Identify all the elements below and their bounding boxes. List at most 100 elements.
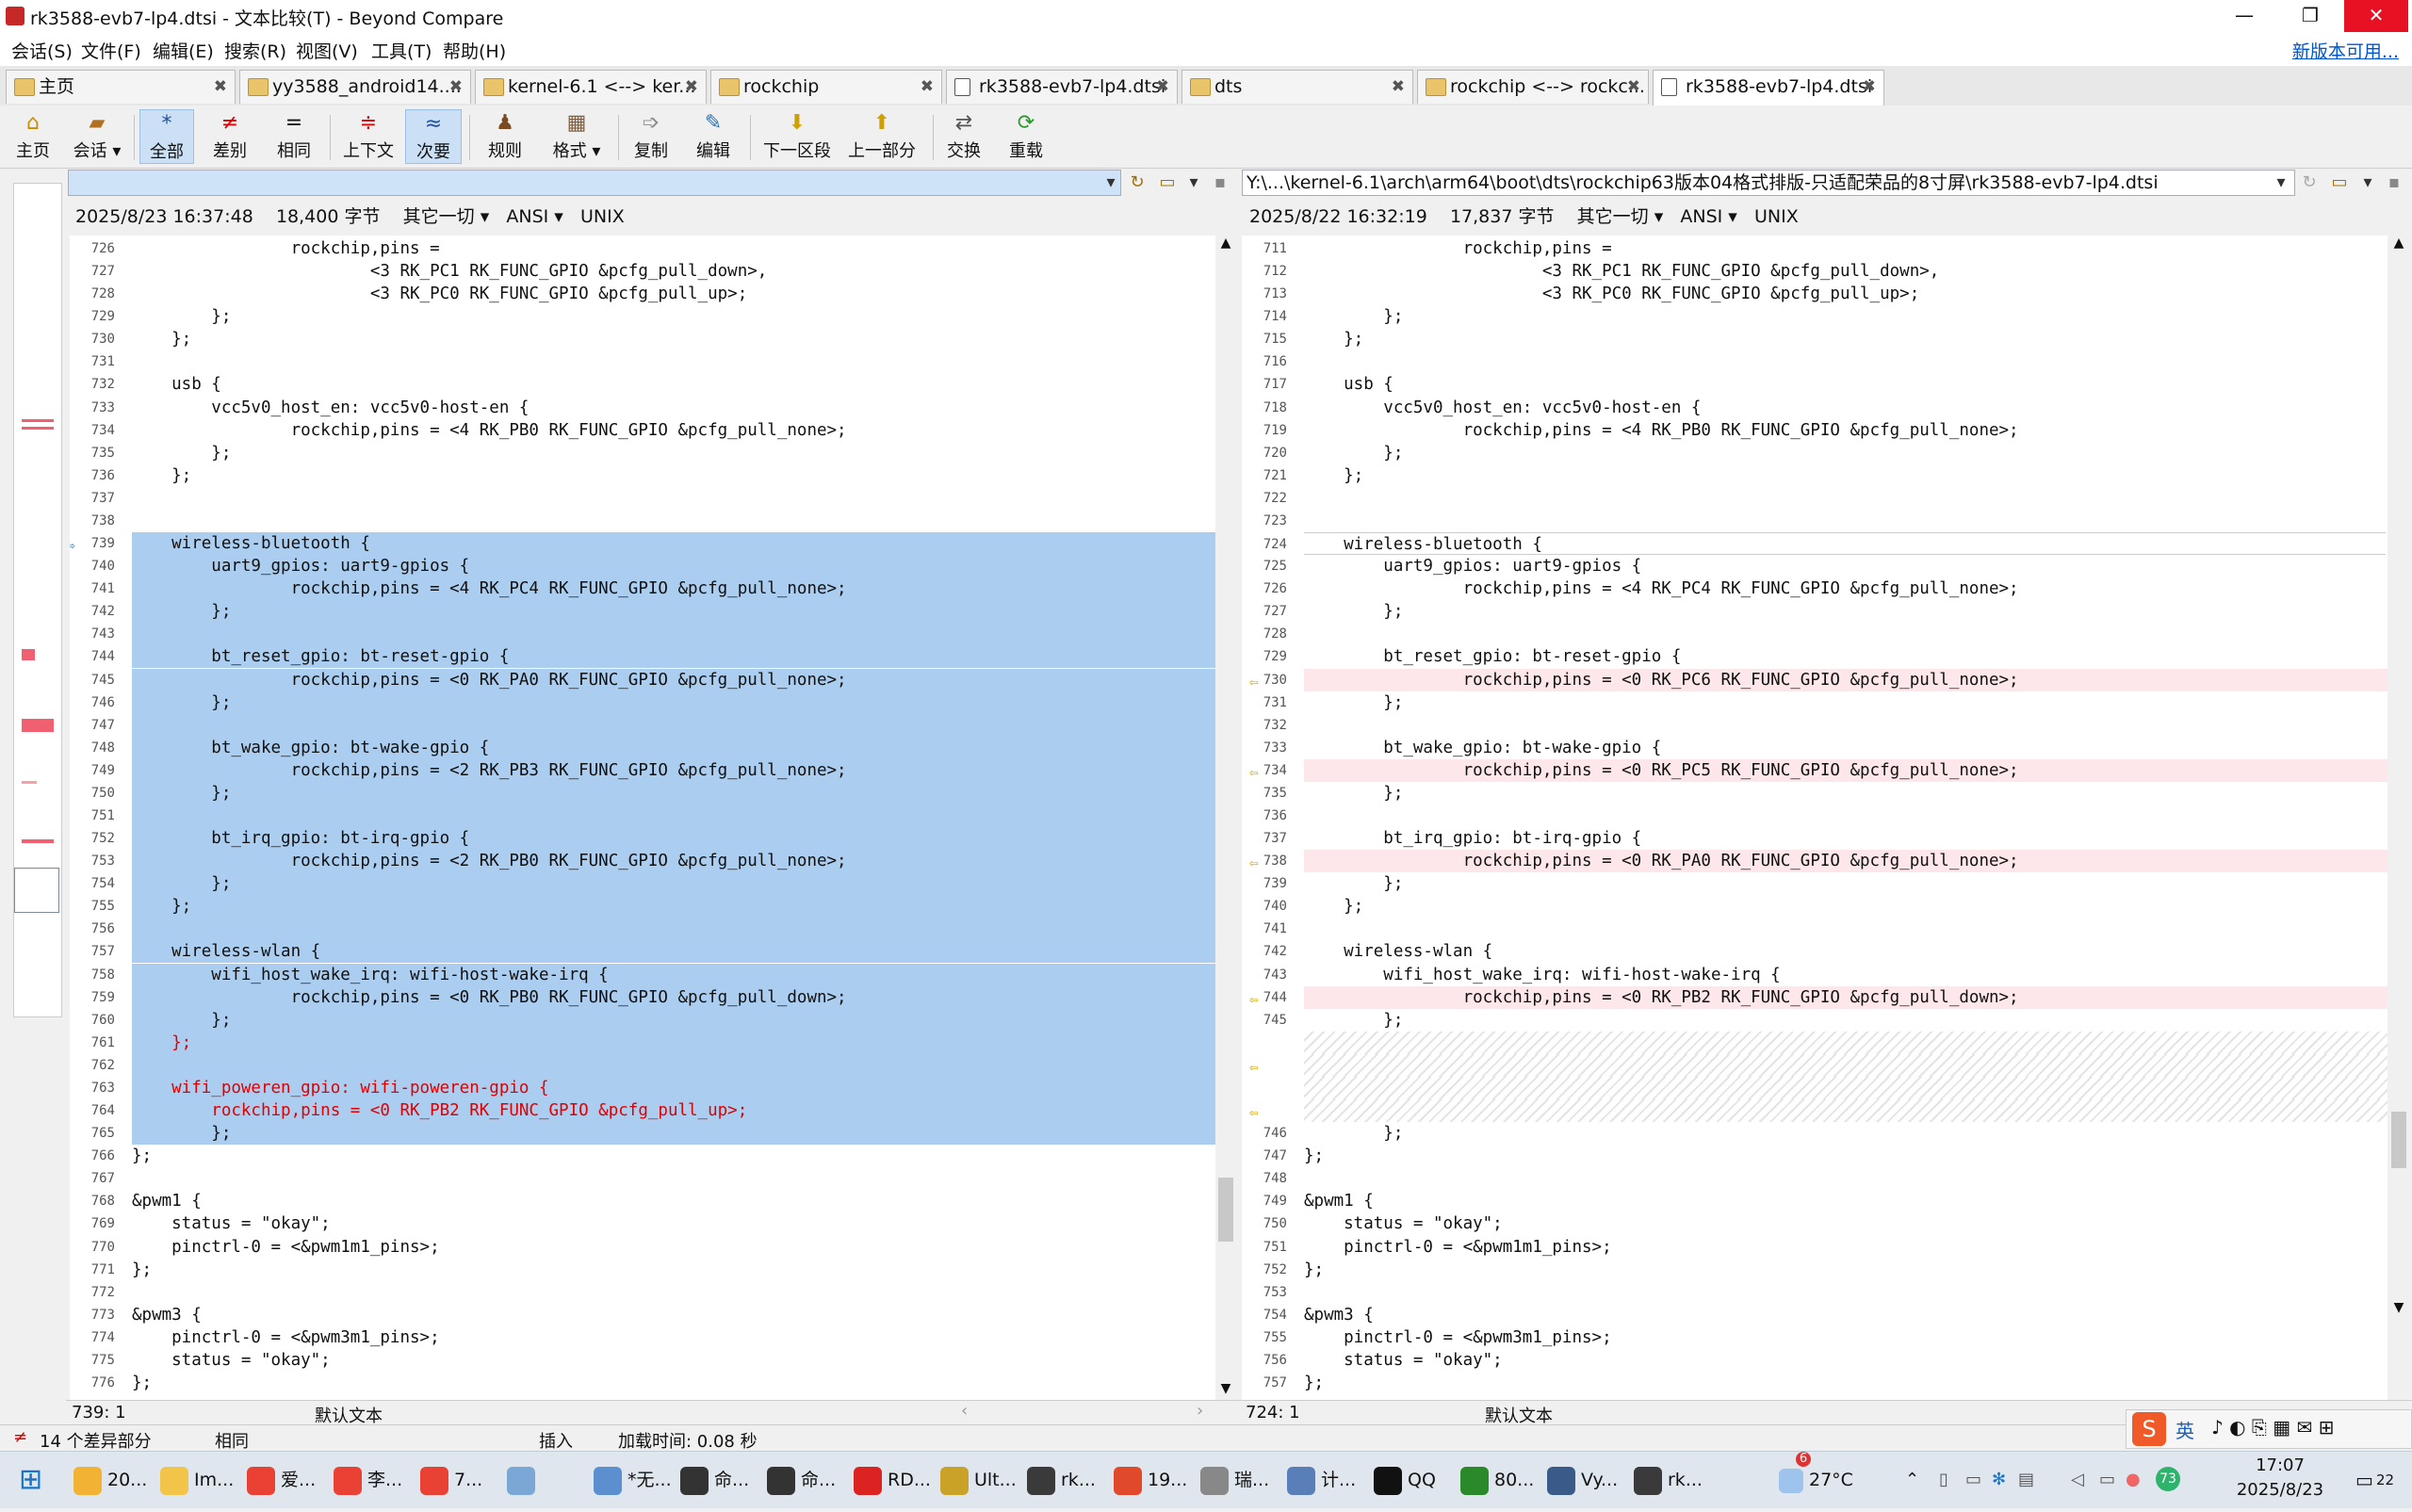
code-line[interactable]: 742 }; (91, 600, 1215, 624)
code-line[interactable] (1304, 1076, 2388, 1099)
code-line[interactable]: 737 bt_irq_gpio: bt-irq-gpio { (1242, 827, 2388, 850)
tray-network-icon[interactable]: ▤ (2018, 1459, 2034, 1501)
code-line[interactable]: 724 wireless-bluetooth { (1263, 532, 2386, 556)
copy-left-arrow-icon[interactable]: ⇦ (1249, 988, 1259, 1011)
code-line[interactable]: 713 <3 RK_PC0 RK_FUNC_GPIO &pcfg_pull_up… (1242, 283, 2388, 305)
code-line[interactable]: 773 &pwm3 { (70, 1304, 1215, 1326)
code-line[interactable]: 755 pinctrl-0 = <&pwm3m1_pins>; (1242, 1326, 2388, 1349)
close-button[interactable]: ✕ (2344, 0, 2408, 32)
diffs-button[interactable]: ≠ 差别 (202, 109, 258, 164)
taskbar-app[interactable]: Im... (160, 1459, 234, 1501)
copy-left-arrow-icon[interactable]: ⇦ (1249, 1056, 1259, 1079)
scroll-thumb[interactable] (2391, 1112, 2406, 1168)
code-line[interactable]: 731 }; (1242, 691, 2388, 714)
code-line[interactable]: 729 bt_reset_gpio: bt-reset-gpio { (1242, 645, 2388, 668)
scroll-down-icon[interactable]: ▼ (1218, 1381, 1233, 1400)
code-line[interactable]: 726 rockchip,pins = (70, 237, 1215, 260)
taskbar-app[interactable]: 20... (73, 1459, 147, 1501)
taskbar-app[interactable]: rk... (1634, 1459, 1703, 1501)
code-line[interactable]: 753 rockchip,pins = <2 RK_PB0 RK_FUNC_GP… (91, 850, 1215, 873)
code-line[interactable]: 722 (1242, 487, 2388, 510)
menu-edit[interactable]: 编辑(E) (153, 38, 214, 63)
code-line[interactable]: 720 }; (1242, 442, 2388, 464)
tray-chevron-up-icon[interactable]: ⌃ (1905, 1459, 1919, 1501)
code-line[interactable]: 736 (1242, 805, 2388, 827)
ime-toolbar[interactable]: S 英 ♪ ◐ ⎘ ▦ ✉ ⊞ (2126, 1409, 2412, 1449)
open-folder-icon[interactable]: ▭ (2327, 171, 2352, 195)
code-line[interactable]: 747}; (1242, 1145, 2388, 1167)
code-line[interactable]: 732 usb { (70, 373, 1215, 396)
taskbar-app[interactable]: RD... (854, 1459, 931, 1501)
code-line[interactable]: 738 rockchip,pins = <0 RK_PA0 RK_FUNC_GP… (1249, 850, 2388, 873)
code-line[interactable]: 721 }; (1242, 464, 2388, 487)
code-line[interactable]: 754 }; (91, 872, 1215, 896)
right-filter-dropdown[interactable]: 其它一切 ▾ (1577, 206, 1664, 227)
tab-rockchip[interactable]: rockchip ✖ (710, 70, 942, 104)
tab-close-icon[interactable]: ✖ (1627, 71, 1640, 103)
taskbar-app[interactable]: 命... (767, 1459, 836, 1501)
tab-close-icon[interactable]: ✖ (449, 71, 463, 103)
tray-badge-icon[interactable]: 73 (2156, 1467, 2180, 1491)
taskbar-app[interactable]: 80... (1460, 1459, 1534, 1501)
code-line[interactable]: 712 <3 RK_PC1 RK_FUNC_GPIO &pcfg_pull_do… (1242, 260, 2388, 283)
code-line[interactable]: 732 (1242, 714, 2388, 737)
code-line[interactable]: 775 status = "okay"; (70, 1349, 1215, 1372)
code-line[interactable]: 733 bt_wake_gpio: bt-wake-gpio { (1242, 737, 2388, 759)
taskbar-app[interactable]: 瑞... (1200, 1459, 1269, 1501)
tab-home[interactable]: 主页 ✖ (6, 70, 236, 104)
menu-tools[interactable]: 工具(T) (371, 38, 432, 63)
menu-session[interactable]: 会话(S) (11, 38, 73, 63)
scroll-up-icon[interactable]: ▲ (2391, 236, 2406, 254)
diff-overview-thumbnail[interactable] (13, 183, 62, 1017)
code-line[interactable]: 744 rockchip,pins = <0 RK_PB2 RK_FUNC_GP… (1249, 985, 2388, 1009)
code-line[interactable]: 763 wifi_poweren_gpio: wifi-poweren-gpio… (91, 1076, 1215, 1099)
code-line[interactable]: 718 vcc5v0_host_en: vcc5v0-host-en { (1242, 397, 2388, 419)
all-button[interactable]: * 全部 (139, 109, 194, 164)
code-line[interactable]: 748 (1242, 1167, 2388, 1190)
right-encoding-dropdown[interactable]: ANSI ▾ (1680, 206, 1736, 227)
code-line[interactable]: 739 wireless-bluetooth {⇨ (70, 532, 1215, 556)
taskbar-app[interactable]: *无... (594, 1459, 672, 1501)
code-line[interactable]: 714 }; (1242, 305, 2388, 328)
reload-button[interactable]: ⟳ 重载 (1002, 109, 1050, 164)
code-line[interactable]: 748 bt_wake_gpio: bt-wake-gpio { (91, 736, 1215, 759)
code-line[interactable]: 742 wireless-wlan { (1242, 940, 2388, 963)
taskbar-app[interactable] (507, 1459, 541, 1501)
session-button[interactable]: ▰ 会话 ▾ (66, 109, 128, 164)
open-folder-icon[interactable]: ▭ (1155, 171, 1180, 195)
next-section-button[interactable]: ⬇ 下一区段 (758, 109, 837, 164)
code-line[interactable]: 719 rockchip,pins = <4 RK_PB0 RK_FUNC_GP… (1242, 419, 2388, 442)
code-line[interactable]: 774 pinctrl-0 = <&pwm3m1_pins>; (70, 1326, 1215, 1349)
code-line[interactable]: 768 &pwm1 { (70, 1190, 1215, 1212)
code-line[interactable]: 739 }; (1242, 872, 2388, 895)
right-pane[interactable]: 711 rockchip,pins = 712 <3 RK_PC1 RK_FUNC… (1242, 236, 2388, 1400)
right-lineend[interactable]: UNIX (1754, 206, 1799, 227)
tab-close-icon[interactable]: ✖ (1392, 71, 1405, 103)
tab-rockchip-compare[interactable]: rockchip <--> rockc... ✖ (1417, 70, 1649, 104)
code-line[interactable]: 735 }; (70, 442, 1215, 464)
code-line[interactable]: 735 }; (1242, 782, 2388, 805)
code-line[interactable]: 746 }; (91, 691, 1215, 714)
browse-history-icon[interactable]: ↻ (1125, 171, 1149, 195)
taskbar-app[interactable]: 爱... (247, 1459, 316, 1501)
browse-history-icon[interactable]: ↻ (2297, 171, 2322, 195)
code-line[interactable]: 750 status = "okay"; (1242, 1212, 2388, 1235)
tray-volume-icon[interactable]: ◁ (2071, 1459, 2084, 1501)
tab-dtsi-1[interactable]: rk3588-evb7-lp4.dtsi ✖ (946, 70, 1178, 104)
code-line[interactable]: 752 bt_irq_gpio: bt-irq-gpio { (91, 827, 1215, 851)
code-line[interactable]: 769 status = "okay"; (70, 1212, 1215, 1235)
notification-icon[interactable]: ▭ (2355, 1459, 2373, 1501)
scroll-thumb[interactable] (1218, 1178, 1233, 1242)
code-line[interactable]: ⇦ (1249, 1053, 2388, 1077)
code-line[interactable]: 727 }; (1242, 600, 2388, 623)
code-line[interactable]: 727 <3 RK_PC1 RK_FUNC_GPIO &pcfg_pull_do… (70, 260, 1215, 283)
code-line[interactable]: 754 &pwm3 { (1242, 1304, 2388, 1326)
code-line[interactable]: 745 }; (1242, 1009, 2388, 1032)
code-line[interactable]: 741 rockchip,pins = <4 RK_PC4 RK_FUNC_GP… (91, 577, 1215, 601)
code-line[interactable]: 726 rockchip,pins = <4 RK_PC4 RK_FUNC_GP… (1242, 577, 2388, 600)
code-line[interactable]: 728 <3 RK_PC0 RK_FUNC_GPIO &pcfg_pull_up… (70, 283, 1215, 305)
code-line[interactable]: 716 (1242, 350, 2388, 373)
code-line[interactable]: 756 (91, 918, 1215, 941)
code-line[interactable]: 711 rockchip,pins = (1242, 237, 2388, 260)
taskbar-app[interactable]: 命... (680, 1459, 749, 1501)
